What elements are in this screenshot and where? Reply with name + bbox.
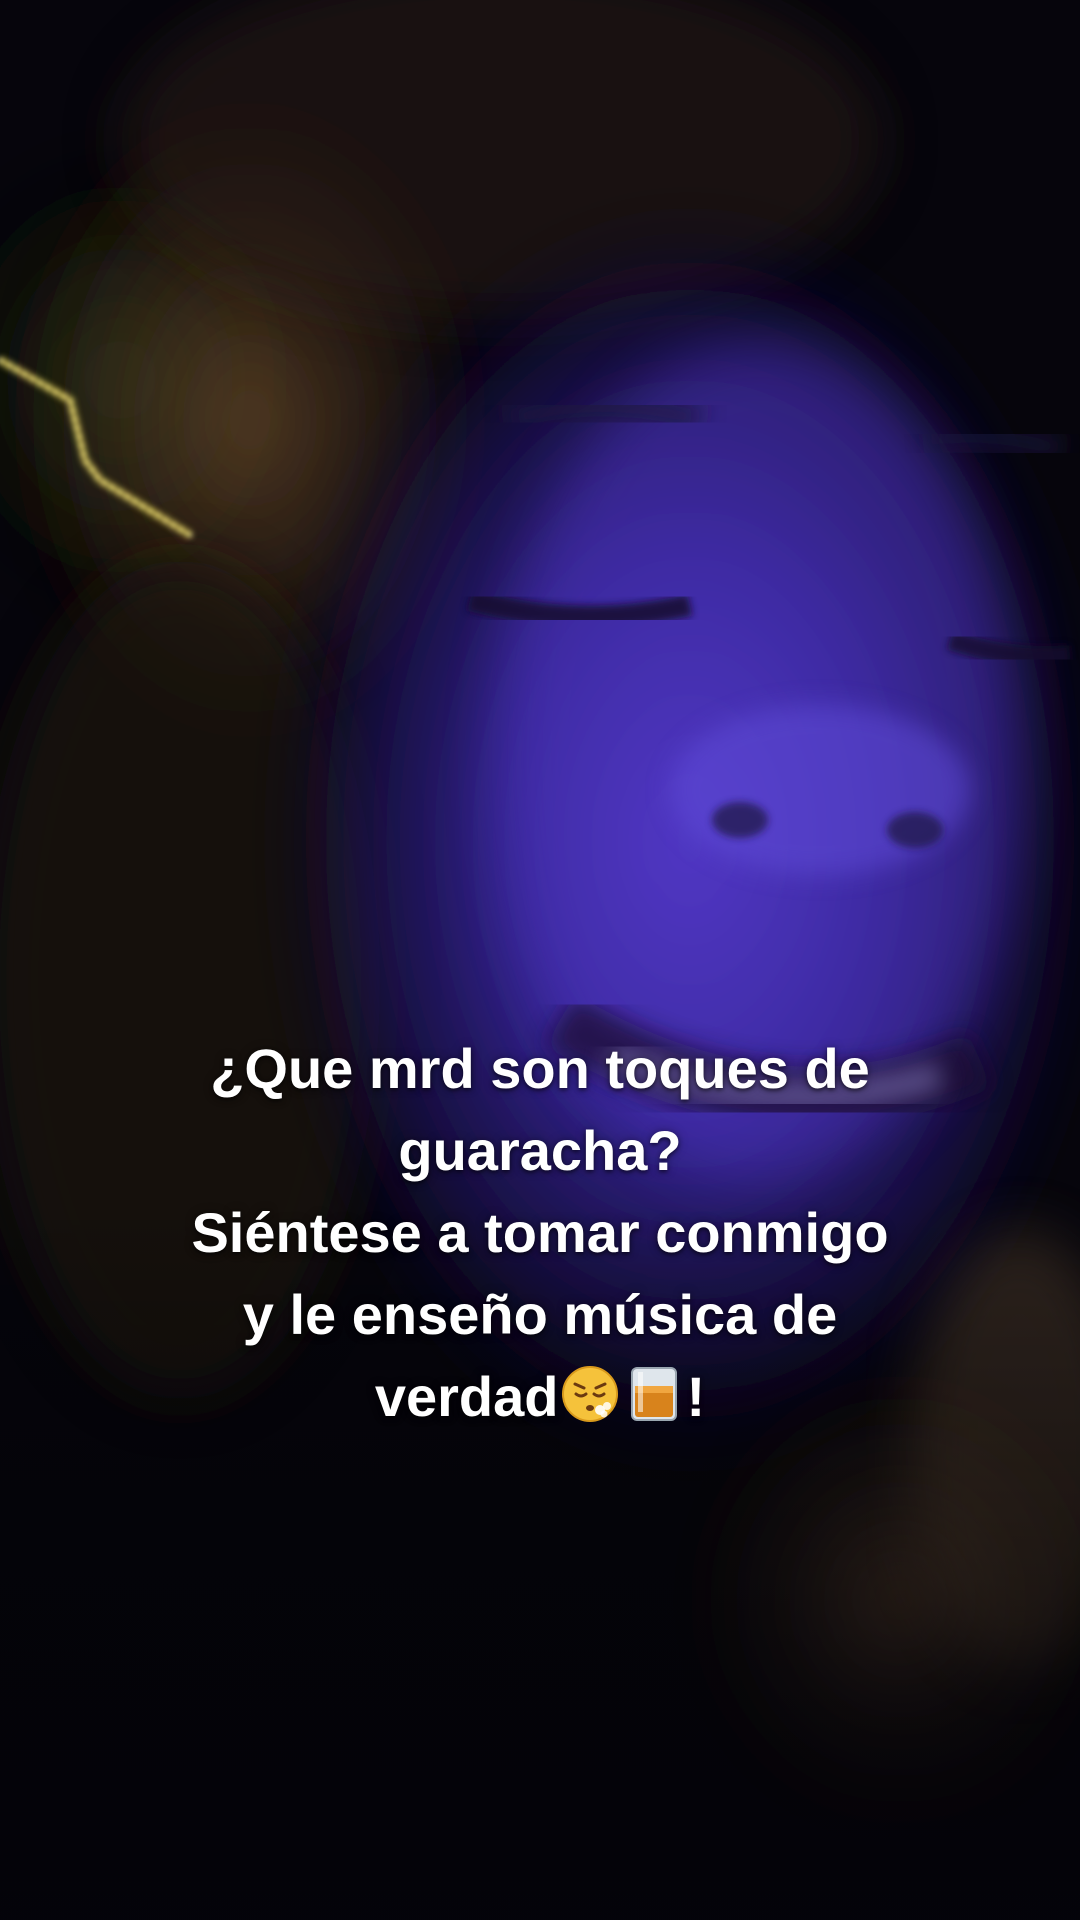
tumbler-glass-icon (631, 1367, 678, 1421)
video-frame: ¿Que mrd son toques de guaracha? Siéntes… (0, 0, 1080, 1920)
caption-line: guaracha? (398, 1119, 682, 1182)
caption-last-suffix: ! (686, 1365, 706, 1428)
face-exhaling-icon (562, 1366, 619, 1422)
caption-last-text: verdad (374, 1365, 559, 1428)
caption-line: Siéntese a tomar conmigo (191, 1201, 889, 1264)
background-photo (0, 0, 1080, 1920)
video-caption: ¿Que mrd son toques de guaracha? Siéntes… (90, 1028, 990, 1438)
caption-line: y le enseño música de (242, 1283, 838, 1346)
caption-line-last: verdad ! (90, 1356, 990, 1438)
caption-line: ¿Que mrd son toques de (210, 1037, 870, 1100)
